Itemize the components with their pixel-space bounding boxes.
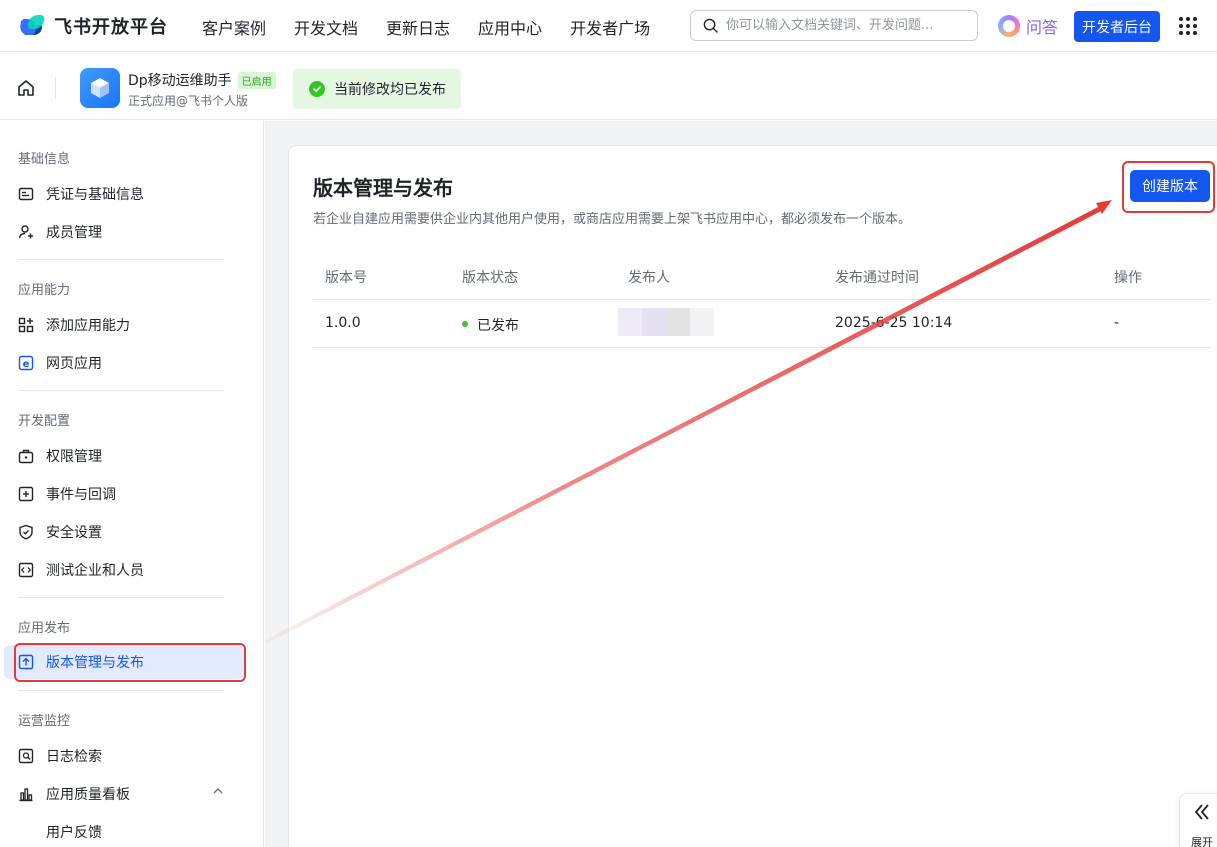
page-description: 若企业自建应用需要供企业内其他用户使用，或商店应用需要上架飞书应用中心，都必须发…: [313, 212, 912, 227]
sidebar-item-log-search[interactable]: 日志检索: [18, 743, 246, 769]
sidebar-item-security[interactable]: 安全设置: [18, 519, 246, 545]
sidebar-group-basic: 基础信息: [18, 152, 71, 167]
sidebar-item-label: 应用质量看板: [46, 787, 130, 803]
sidebar-item-label: 日志检索: [46, 749, 102, 765]
status-text: 已发布: [477, 318, 519, 334]
cell-version: 1.0.0: [325, 315, 361, 331]
home-icon[interactable]: [17, 79, 35, 97]
search-icon: [703, 18, 718, 33]
chevron-up-icon[interactable]: [212, 785, 224, 801]
sidebar-group-capabilities: 应用能力: [18, 283, 71, 298]
sidebar-item-quality-dashboard[interactable]: 应用质量看板: [18, 781, 246, 807]
user-add-icon: [18, 224, 34, 240]
wenda-label: 问答: [1026, 18, 1059, 37]
app-subtitle: 正式应用@飞书个人版: [128, 94, 249, 108]
check-circle-icon: [309, 81, 325, 97]
shield-icon: [18, 524, 34, 540]
sidebar-item-events[interactable]: 事件与回调: [18, 481, 246, 507]
publish-status-text: 当前修改均已发布: [334, 82, 446, 98]
publisher-avatar-blurred: [618, 308, 714, 336]
sidebar-group-monitoring: 运营监控: [18, 714, 71, 729]
nav-link-cases[interactable]: 客户案例: [202, 15, 266, 39]
feishu-logo-icon: [18, 15, 46, 37]
app-enabled-badge: 已启用: [237, 71, 276, 89]
sidebar-subitem-user-feedback[interactable]: 用户反馈: [46, 819, 274, 845]
sidebar-divider: [18, 259, 224, 260]
sidebar-item-add-capability[interactable]: 添加应用能力: [18, 312, 246, 338]
double-chevron-left-icon: [1192, 802, 1212, 827]
status-dot: [462, 321, 468, 327]
nav-links: 客户案例 开发文档 更新日志 应用中心 开发者广场: [202, 15, 678, 39]
sidebar-item-label: 网页应用: [46, 356, 102, 372]
sidebar-item-web-app[interactable]: e 网页应用: [18, 350, 246, 376]
table-row: 1.0.0 已发布 2025-6-25 10:14 -: [313, 300, 1210, 348]
cell-action: -: [1114, 315, 1120, 331]
divider: [55, 77, 56, 99]
code-box-icon: [18, 562, 34, 578]
app-name-text: Dp移动运维助手: [128, 73, 232, 89]
event-plus-icon: [18, 486, 34, 502]
feishu-logo[interactable]: 飞书开放平台: [18, 13, 168, 39]
publish-status-banner: 当前修改均已发布: [293, 69, 461, 109]
sidebar-divider: [18, 690, 224, 691]
grid-add-icon: [18, 317, 34, 333]
search-input[interactable]: [726, 18, 966, 33]
version-table: 版本号 版本状态 发布人 发布通过时间 操作 1.0.0 已发布 2025-6-…: [313, 252, 1210, 348]
column-header-publish-time: 发布通过时间: [835, 270, 919, 286]
cell-status: 已发布: [462, 315, 519, 335]
svg-text:e: e: [23, 359, 30, 370]
sidebar-item-label: 凭证与基础信息: [46, 187, 144, 203]
sidebar-item-label: 权限管理: [46, 449, 102, 465]
cell-publish-time: 2025-6-25 10:14: [835, 315, 953, 331]
nav-link-dev-square[interactable]: 开发者广场: [570, 15, 650, 39]
sidebar-item-label: 添加应用能力: [46, 318, 130, 334]
web-app-icon: e: [18, 355, 34, 371]
sidebar-group-dev-config: 开发配置: [18, 414, 71, 429]
nav-link-app-center[interactable]: 应用中心: [478, 15, 542, 39]
annotation-box-create-button: [1122, 161, 1215, 213]
column-header-version: 版本号: [325, 270, 367, 286]
sidebar-item-label: 测试企业和人员: [46, 563, 144, 579]
sidebar-divider: [18, 597, 224, 598]
sidebar-item-label: 安全设置: [46, 525, 102, 541]
sidebar: 基础信息 凭证与基础信息 成员管理 应用能力 添加应用能力 e 网页应用 开发配…: [0, 121, 264, 847]
top-navigation-bar: 飞书开放平台 客户案例 开发文档 更新日志 应用中心 开发者广场 问答 开发者后…: [0, 0, 1217, 52]
sidebar-divider: [18, 390, 224, 391]
search-box[interactable]: [690, 10, 978, 41]
nav-link-changelog[interactable]: 更新日志: [386, 15, 450, 39]
ai-assistant-icon: [998, 15, 1020, 37]
expand-label: 展开: [1191, 836, 1213, 847]
column-header-publisher: 发布人: [628, 270, 670, 286]
column-header-status: 版本状态: [462, 270, 518, 286]
wenda-button[interactable]: 问答: [998, 14, 1058, 38]
logo-text: 飞书开放平台: [54, 17, 168, 38]
sidebar-item-label: 成员管理: [46, 225, 102, 241]
sidebar-group-publish: 应用发布: [18, 621, 71, 636]
log-search-icon: [18, 748, 34, 764]
table-header: 版本号 版本状态 发布人 发布通过时间 操作: [313, 252, 1210, 300]
sidebar-item-label: 用户反馈: [46, 825, 102, 841]
developer-console-button[interactable]: 开发者后台: [1074, 11, 1160, 42]
id-card-icon: [18, 186, 34, 202]
sidebar-item-credentials[interactable]: 凭证与基础信息: [18, 181, 246, 207]
sidebar-item-permissions[interactable]: 权限管理: [18, 443, 246, 469]
page-title: 版本管理与发布: [313, 176, 453, 200]
column-header-action: 操作: [1114, 270, 1142, 286]
annotation-box-version-menu: [14, 643, 246, 682]
expand-panel-button[interactable]: 展开: [1179, 793, 1217, 847]
sidebar-item-test-enterprise[interactable]: 测试企业和人员: [18, 557, 246, 583]
app-name: Dp移动运维助手 已启用: [128, 70, 276, 90]
version-card: [288, 145, 1217, 847]
app-header-bar: Dp移动运维助手 已启用 正式应用@飞书个人版 当前修改均已发布: [0, 53, 1217, 120]
briefcase-icon: [18, 448, 34, 464]
nav-link-docs[interactable]: 开发文档: [294, 15, 358, 39]
app-cube-icon: [80, 68, 120, 108]
sidebar-item-members[interactable]: 成员管理: [18, 219, 246, 245]
bar-chart-icon: [18, 786, 34, 802]
sidebar-item-label: 事件与回调: [46, 487, 116, 503]
app-grid-icon[interactable]: [1179, 17, 1197, 35]
